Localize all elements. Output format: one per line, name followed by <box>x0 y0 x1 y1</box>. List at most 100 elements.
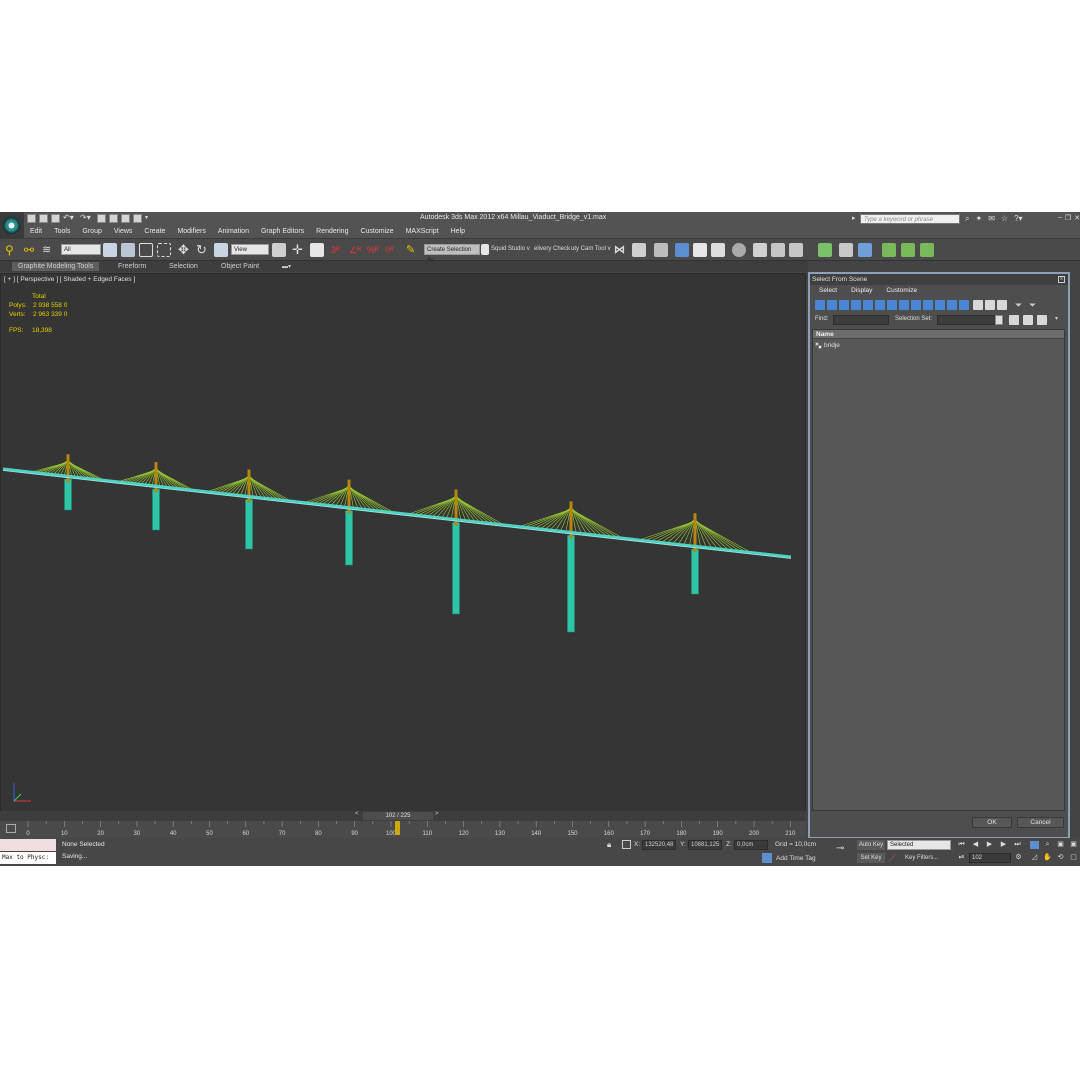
orbit-icon[interactable]: ⟲ <box>1056 854 1065 862</box>
search-input[interactable]: Type a keyword or phrase <box>860 214 960 224</box>
align-icon[interactable] <box>632 243 646 257</box>
cancel-button[interactable]: Cancel <box>1017 817 1064 828</box>
tab-freeform[interactable]: Freeform <box>118 263 146 270</box>
plugin-icon-4[interactable] <box>882 243 896 257</box>
time-slider-thumb[interactable]: 102 / 225 <box>363 812 433 820</box>
binoculars-icon[interactable]: ⌕ <box>965 214 969 224</box>
select-dependents-icon[interactable] <box>1023 315 1033 325</box>
subscription-icon[interactable]: ✦ <box>975 214 982 224</box>
menu-views[interactable]: Views <box>108 226 139 238</box>
plugin-icon-3[interactable] <box>858 243 872 257</box>
help-icon[interactable]: ?▾ <box>1014 214 1022 224</box>
viewport-label[interactable]: [ + ] [ Perspective ] [ Shaded + Edged F… <box>4 276 135 283</box>
close-icon[interactable]: ✕ <box>1074 214 1080 222</box>
edit-named-selection-icon[interactable]: ✎ <box>406 243 420 257</box>
display-hidden-icon[interactable] <box>947 300 957 310</box>
list-item[interactable]: bridje <box>815 341 840 350</box>
x-coordinate-field[interactable]: 132520,48 <box>642 840 676 850</box>
open-file-icon[interactable] <box>39 214 48 223</box>
tab-selection[interactable]: Selection <box>169 263 198 270</box>
restore-icon[interactable]: ❐ <box>1065 214 1071 222</box>
menu-customize[interactable]: Customize <box>354 226 399 238</box>
graphite-toggle-icon[interactable] <box>675 243 689 257</box>
tab-object-paint[interactable]: Object Paint <box>221 263 259 270</box>
undo-icon[interactable]: ↶▾ <box>63 214 77 223</box>
lock-selection-icon[interactable]: 🔒︎ <box>607 840 611 850</box>
toolbar-text-delivery[interactable]: elivery Check <box>534 246 570 252</box>
keyboard-shortcut-icon[interactable] <box>310 243 324 257</box>
time-configuration-icon[interactable]: ⚙ <box>1014 854 1023 862</box>
display-lights-icon[interactable] <box>839 300 849 310</box>
fetch-icon[interactable] <box>109 214 118 223</box>
current-frame-field[interactable]: 102 <box>969 853 1011 863</box>
render-setup-icon[interactable] <box>753 243 767 257</box>
mini-curve-editor-icon[interactable] <box>6 824 16 833</box>
field-of-view-icon[interactable]: ◿ <box>1030 854 1039 862</box>
plugin-icon-6[interactable] <box>920 243 934 257</box>
rectangular-selection-icon[interactable] <box>139 243 153 257</box>
key-icon[interactable]: ⊸ <box>836 843 844 854</box>
menu-animation[interactable]: Animation <box>212 226 255 238</box>
curve-editor-icon[interactable] <box>693 243 707 257</box>
dialog-menu-display[interactable]: Display <box>842 286 877 297</box>
bind-space-warp-icon[interactable]: ≋ <box>42 243 56 257</box>
select-scale-icon[interactable] <box>214 243 228 257</box>
plugin-icon-1[interactable] <box>818 243 832 257</box>
named-selection-arrow-icon[interactable] <box>481 244 489 255</box>
unlink-icon[interactable]: ⚯ <box>24 243 38 257</box>
rendered-frame-icon[interactable] <box>771 243 785 257</box>
display-cameras-icon[interactable] <box>851 300 861 310</box>
dialog-menu-customize[interactable]: Customize <box>877 286 922 297</box>
plugin-icon-5[interactable] <box>901 243 915 257</box>
default-in-out-tangent-icon[interactable]: ⟋ <box>889 853 895 864</box>
display-groups-icon[interactable] <box>887 300 897 310</box>
previous-key-icon[interactable]: ◀ <box>971 841 980 849</box>
named-selection-dropdown[interactable]: Create Selection Se <box>424 244 480 264</box>
toolbar-text-squid[interactable]: Squid Studio v <box>491 246 530 252</box>
maxscript-mini-listener[interactable]: Max to Physc: <box>0 852 56 864</box>
hold-icon[interactable] <box>97 214 106 223</box>
favorites-icon[interactable]: ☆ <box>1001 214 1008 224</box>
menu-group[interactable]: Group <box>76 226 107 238</box>
column-header-name[interactable]: Name <box>813 330 1064 339</box>
go-to-end-icon[interactable]: ⏭ <box>1013 841 1022 849</box>
display-invert-icon[interactable] <box>985 300 995 310</box>
time-slider[interactable]: < 102 / 225 > <box>0 811 806 821</box>
percent-snap-icon[interactable]: %ᴿ <box>367 243 381 257</box>
pan-view-icon[interactable]: ✋ <box>1043 854 1052 862</box>
select-rotate-icon[interactable]: ↻ <box>196 243 210 257</box>
reference-coord-dropdown[interactable]: View <box>231 244 269 255</box>
add-time-tag[interactable]: Add Time Tag <box>776 855 816 862</box>
y-coordinate-field[interactable]: 10881,125 <box>688 840 722 850</box>
app-logo-icon[interactable] <box>0 212 24 239</box>
sync-selection-icon[interactable] <box>997 300 1007 310</box>
previous-frame-icon[interactable]: < <box>355 811 359 817</box>
menu-help[interactable]: Help <box>445 226 471 238</box>
select-by-name-icon[interactable] <box>121 243 135 257</box>
angle-snap-icon[interactable]: ∠ᴿ <box>349 243 363 257</box>
z-coordinate-field[interactable]: 0,0cm <box>734 840 768 850</box>
search-arrow-icon[interactable]: ▸ <box>852 214 856 222</box>
display-helpers-icon[interactable] <box>863 300 873 310</box>
save-file-icon[interactable] <box>51 214 60 223</box>
material-editor-icon[interactable] <box>732 243 746 257</box>
display-none-icon[interactable] <box>973 300 983 310</box>
link-icon[interactable]: ⚲ <box>5 243 19 257</box>
key-mode-dropdown[interactable]: Selected <box>887 840 951 850</box>
menu-create[interactable]: Create <box>138 226 171 238</box>
maximize-viewport-icon[interactable]: ▢ <box>1069 854 1078 862</box>
menu-tools[interactable]: Tools <box>48 226 76 238</box>
maxscript-listener-output[interactable] <box>0 839 56 851</box>
render-production-icon[interactable] <box>789 243 803 257</box>
menu-rendering[interactable]: Rendering <box>310 226 354 238</box>
display-spacewarps-icon[interactable] <box>875 300 885 310</box>
display-all-icon[interactable] <box>959 300 969 310</box>
filter-icon[interactable]: ⏷ <box>1015 300 1025 310</box>
display-xrefs-icon[interactable] <box>899 300 909 310</box>
dialog-menu-select[interactable]: Select <box>810 286 842 297</box>
select-move-icon[interactable]: ✥ <box>178 243 192 257</box>
filter-options-icon[interactable]: ⏷ <box>1029 300 1039 310</box>
display-containers-icon[interactable] <box>923 300 933 310</box>
scene-object-list[interactable]: Name bridje <box>812 329 1065 811</box>
selection-filter-dropdown[interactable]: All <box>61 244 101 255</box>
